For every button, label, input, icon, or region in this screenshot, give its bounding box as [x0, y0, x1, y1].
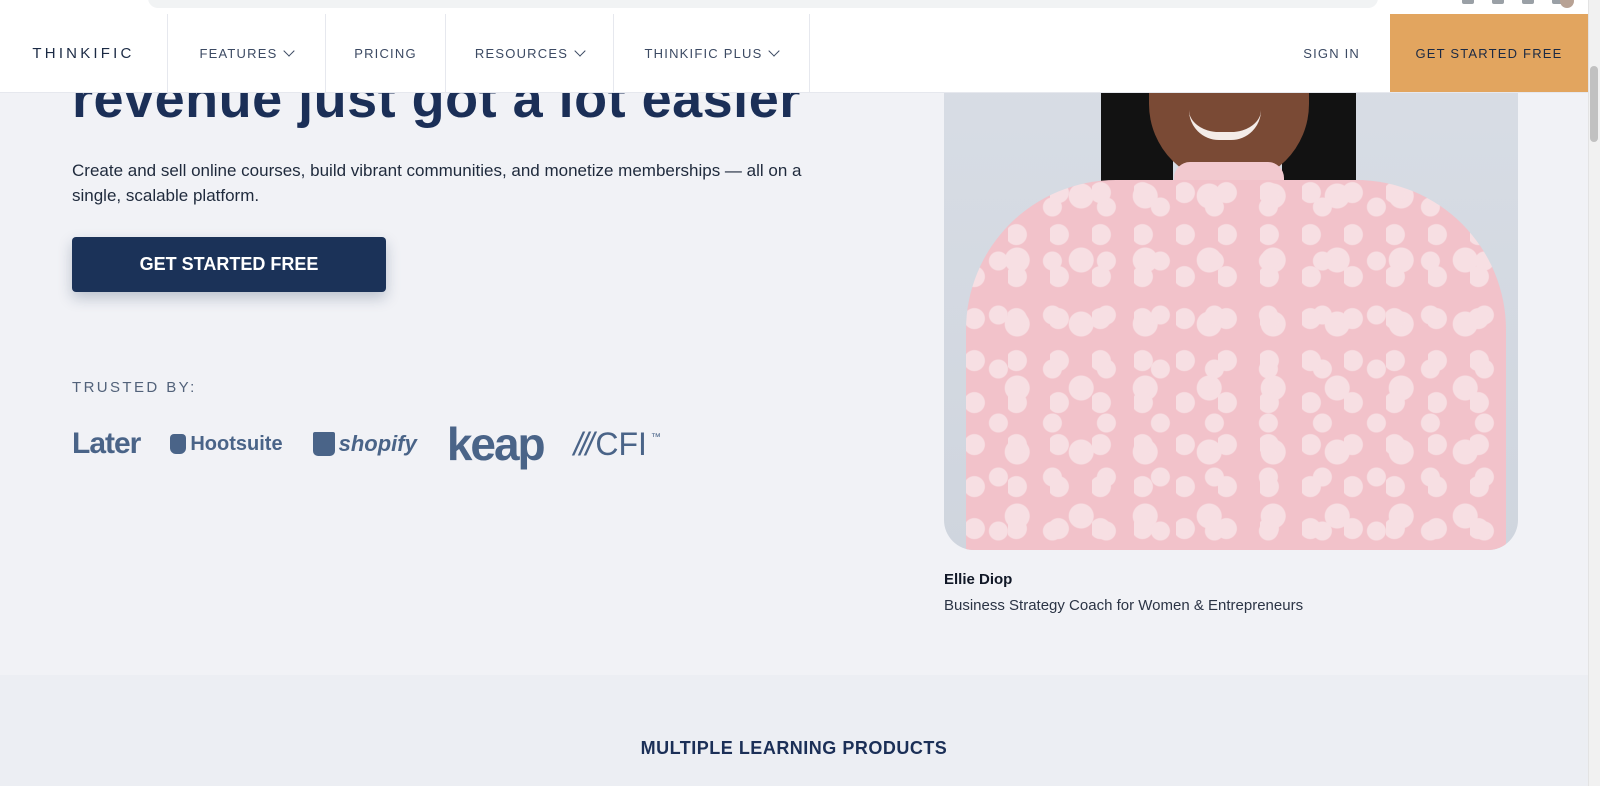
photo-lace-dress — [966, 180, 1506, 550]
section-heading: MULTIPLE LEARNING PRODUCTS — [640, 738, 948, 758]
nav-features[interactable]: FEATURES — [168, 14, 326, 92]
trademark-icon: ™ — [650, 431, 661, 443]
nav-thinkific-plus-label: THINKIFIC PLUS — [644, 45, 763, 61]
nav-pricing[interactable]: PRICING — [326, 14, 446, 92]
nav-get-started-button[interactable]: GET STARTED FREE — [1390, 14, 1588, 92]
extension-icon[interactable] — [1462, 0, 1474, 4]
thinkific-logo[interactable]: THINKIFIC — [0, 14, 168, 92]
extension-icon[interactable] — [1522, 0, 1534, 4]
learning-products-section — [0, 675, 1588, 786]
profile-avatar-icon[interactable] — [1560, 0, 1574, 8]
shopify-logo-text: shopify — [338, 431, 417, 456]
chevron-down-icon — [283, 44, 296, 57]
browser-toolbar — [0, 0, 1600, 14]
keap-logo-text: keap — [446, 418, 546, 470]
cfi-logo-text: CFI — [595, 425, 647, 462]
hootsuite-logo-text: Hootsuite — [190, 432, 283, 455]
hero-get-started-button[interactable]: GET STARTED FREE — [72, 237, 386, 292]
nav-pricing-label: PRICING — [354, 45, 417, 61]
nav-features-label: FEATURES — [199, 45, 278, 61]
testimonial-photo — [944, 62, 1518, 550]
scrollbar-thumb[interactable] — [1590, 66, 1598, 142]
chevron-down-icon — [768, 44, 781, 57]
hero-subtext: Create and sell online courses, build vi… — [72, 161, 802, 205]
shopping-bag-icon — [312, 432, 335, 456]
main-nav: THINKIFIC FEATURES PRICING RESOURCES THI… — [0, 14, 1588, 93]
keap-logo: keap — [446, 417, 546, 471]
later-logo: Later — [72, 427, 141, 461]
browser-extension-icons — [1462, 0, 1564, 4]
nav-thinkific-plus[interactable]: THINKIFIC PLUS — [614, 14, 810, 92]
trusted-logos: Later Hootsuite shopify keap /// CFI ™ — [72, 418, 661, 470]
testimonial-name: Ellie Diop — [944, 571, 1013, 588]
cfi-logo: /// CFI ™ — [574, 426, 661, 463]
chevron-down-icon — [574, 44, 586, 57]
hootsuite-logo: Hootsuite — [170, 432, 283, 456]
address-bar[interactable] — [148, 0, 1378, 8]
trusted-by-label: TRUSTED BY: — [72, 379, 197, 396]
page-scrollbar[interactable] — [1588, 0, 1600, 786]
shopify-logo: shopify — [312, 431, 417, 457]
later-logo-text: Later — [72, 427, 141, 460]
cfi-stripes-icon: /// — [573, 425, 595, 462]
sign-in-link[interactable]: SIGN IN — [1272, 14, 1390, 92]
nav-resources[interactable]: RESOURCES — [446, 14, 614, 92]
testimonial-role: Business Strategy Coach for Women & Entr… — [944, 597, 1304, 614]
owl-icon — [170, 434, 187, 454]
nav-resources-label: RESOURCES — [474, 45, 569, 61]
extension-icon[interactable] — [1492, 0, 1504, 4]
